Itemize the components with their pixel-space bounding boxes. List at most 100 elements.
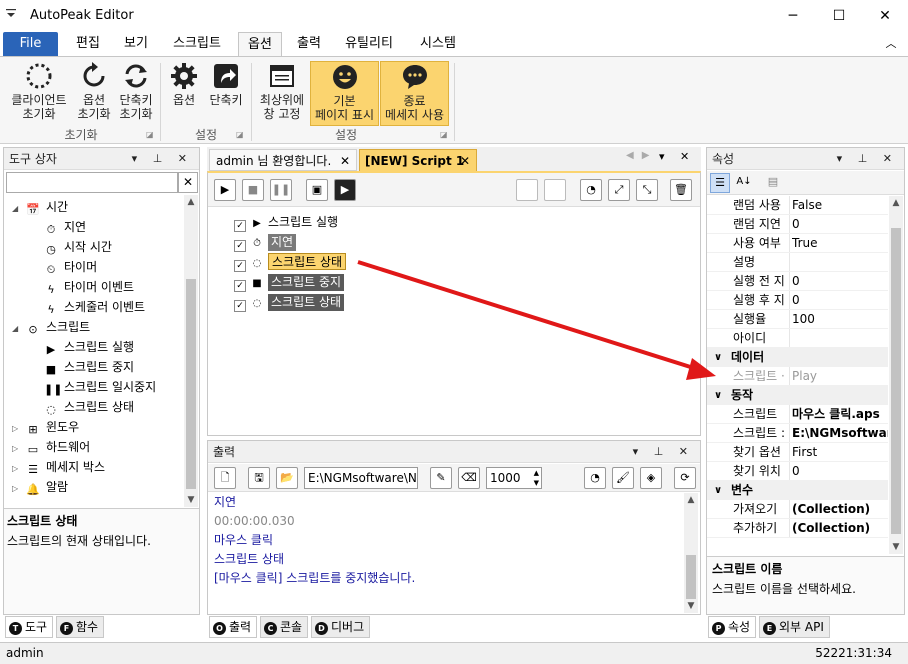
script-node[interactable]: ✓ ▶ 스크립트 실행 [234, 212, 338, 232]
collapse-arrow-icon[interactable]: ◢ [12, 199, 26, 219]
delete-icon[interactable]: 🗑 [670, 179, 692, 201]
tree-item[interactable]: ▷ ☰ 메세지 박스 [12, 457, 105, 477]
empty-toolbar-button[interactable] [544, 179, 566, 201]
property-row[interactable]: 찾기 옵션 First [707, 443, 888, 462]
property-row[interactable]: 아이디 [707, 329, 888, 348]
tab-script[interactable]: 스크립트 [164, 32, 230, 56]
property-value[interactable]: E:\NGMsoftware [792, 424, 888, 442]
scroll-down-icon[interactable]: ▼ [684, 599, 698, 613]
script-node[interactable]: ✓ ◌ 스크립트 상태 [234, 292, 345, 312]
maximize-button[interactable]: ☐ [816, 0, 862, 32]
tree-item[interactable]: ◢ ⊙ 스크립트 [12, 317, 90, 337]
property-value[interactable]: (Collection) [792, 519, 888, 537]
exit-message-button[interactable]: 종료 메세지 사용 [380, 61, 449, 126]
node-checkbox[interactable]: ✓ [234, 280, 246, 292]
property-value[interactable]: 마우스 클릭.aps [792, 405, 888, 423]
property-row[interactable]: 사용 여부 True [707, 234, 888, 253]
property-pages-icon[interactable]: ▤ [763, 173, 783, 193]
property-value[interactable]: 0 [792, 291, 888, 309]
node-checkbox[interactable]: ✓ [234, 240, 246, 252]
scroll-down-icon[interactable]: ▼ [889, 540, 903, 554]
expand-arrow-icon[interactable]: ▷ [12, 459, 26, 479]
property-value[interactable]: 0 [792, 272, 888, 290]
property-row[interactable]: 가져오기 (Collection) [707, 500, 888, 519]
property-row[interactable]: 스크립트 : E:\NGMsoftware [707, 424, 888, 443]
expand-icon[interactable]: ⤢ [608, 179, 630, 201]
property-row[interactable]: 실행 전 지 0 [707, 272, 888, 291]
reset-shortcuts-button[interactable]: 단축키 초기화 [116, 61, 156, 121]
refresh-icon[interactable]: ⟳ [674, 467, 696, 489]
tab-debug[interactable]: D 디버그 [311, 616, 371, 638]
file-tab[interactable]: File [3, 32, 58, 56]
tab-view[interactable]: 보기 [114, 32, 158, 56]
scroll-up-icon[interactable]: ▲ [889, 196, 903, 210]
clock-icon[interactable]: ◔ [580, 179, 602, 201]
toolbox-scrollbar[interactable]: ▲ ▼ [184, 195, 198, 507]
minimize-button[interactable]: ─ [770, 0, 816, 32]
expand-arrow-icon[interactable]: ▷ [12, 479, 26, 499]
property-row[interactable]: 추가하기 (Collection) [707, 519, 888, 538]
clear-search-icon[interactable]: ✕ [178, 172, 198, 193]
alphabetical-icon[interactable]: A↓ [734, 173, 754, 193]
reset-options-button[interactable]: 옵션 초기화 [74, 61, 114, 121]
script-node[interactable]: ✓ ⏱ 지연 [234, 232, 297, 252]
tree-item[interactable]: ▷ ▭ 하드웨어 [12, 437, 90, 457]
new-log-icon[interactable]: 🗋 [214, 467, 236, 489]
panel-buttons[interactable]: ▾ ⊥ ✕ [132, 148, 193, 170]
tab-scroll-icons[interactable]: ◀▶ [626, 150, 657, 161]
tab-edit[interactable]: 편집 [66, 32, 110, 56]
tab-options[interactable]: 옵션 [238, 32, 282, 56]
property-value[interactable]: First [792, 443, 888, 461]
tab-welcome[interactable]: admin 님 환영합니다. ✕ [209, 149, 357, 171]
property-value[interactable]: False [792, 196, 888, 214]
close-tab-icon[interactable]: ✕ [340, 150, 350, 172]
empty-toolbar-button[interactable] [516, 179, 538, 201]
group-launcher-icon[interactable]: ◪ [440, 130, 448, 139]
collapse-icon[interactable]: ⤡ [636, 179, 658, 201]
collapse-chevron-icon[interactable]: ∨ [714, 481, 722, 500]
panel-buttons[interactable]: ▾ ⊥ ✕ [633, 441, 694, 463]
property-row[interactable]: 랜덤 사용 False [707, 196, 888, 215]
run-button[interactable]: ▶ [214, 179, 236, 201]
property-category[interactable]: ∨ 데이터 [707, 348, 888, 367]
tab-utility[interactable]: 유틸리티 [340, 32, 398, 56]
options-button[interactable]: 옵션 [166, 61, 202, 107]
property-value[interactable]: 100 [792, 310, 888, 328]
tab-script-1[interactable]: [NEW] Script 1 ✕ [359, 149, 477, 173]
tab-list-icons[interactable]: ▾ ✕ [659, 150, 695, 163]
run-frame-button[interactable]: ▣ [306, 179, 328, 201]
property-row[interactable]: 랜덤 지연 0 [707, 215, 888, 234]
output-scrollbar[interactable]: ▲ ▼ [684, 493, 698, 613]
expand-arrow-icon[interactable]: ▷ [12, 419, 26, 439]
tree-item[interactable]: ▷ ⊞ 윈도우 [12, 417, 79, 437]
property-value[interactable]: Play [792, 367, 888, 385]
run-all-button[interactable]: ▶ [334, 179, 356, 201]
tree-item[interactable]: ⏲ 타이머 [44, 257, 97, 277]
tab-external-api[interactable]: E 외부 API [759, 616, 830, 638]
line-count-stepper[interactable]: 1000 ▲ ▼ [486, 467, 542, 489]
collapse-arrow-icon[interactable]: ◢ [12, 319, 26, 339]
stop-button[interactable]: ■ [242, 179, 264, 201]
tab-console[interactable]: C 콘솔 [260, 616, 309, 638]
tree-item[interactable]: ▶ 스크립트 실행 [44, 337, 134, 357]
toolbox-search-input[interactable] [6, 172, 178, 193]
fill-icon[interactable]: ◈ [640, 467, 662, 489]
collapse-ribbon-button[interactable]: ︿ [882, 32, 900, 56]
tab-output-log[interactable]: O 출력 [209, 616, 258, 638]
tab-properties[interactable]: P 속성 [708, 616, 757, 638]
property-row[interactable]: 찾기 위치 0 [707, 462, 888, 481]
property-row[interactable]: 스크립트 · Play [707, 367, 888, 386]
node-checkbox[interactable]: ✓ [234, 260, 246, 272]
node-checkbox[interactable]: ✓ [234, 300, 246, 312]
tab-functions[interactable]: F 함수 [56, 616, 105, 638]
scroll-thumb[interactable] [186, 279, 196, 489]
scroll-up-icon[interactable]: ▲ [184, 195, 198, 209]
close-button[interactable]: ✕ [862, 0, 908, 32]
stepper-arrows-icon[interactable]: ▲ ▼ [534, 468, 539, 488]
property-category[interactable]: ∨ 변수 [707, 481, 888, 500]
tree-item[interactable]: ϟ 스케줄러 이벤트 [44, 297, 145, 317]
categorized-icon[interactable]: ☰ [710, 173, 730, 193]
property-value[interactable]: 0 [792, 215, 888, 233]
clean-icon[interactable]: ✎ [430, 467, 452, 489]
scroll-down-icon[interactable]: ▼ [184, 493, 198, 507]
